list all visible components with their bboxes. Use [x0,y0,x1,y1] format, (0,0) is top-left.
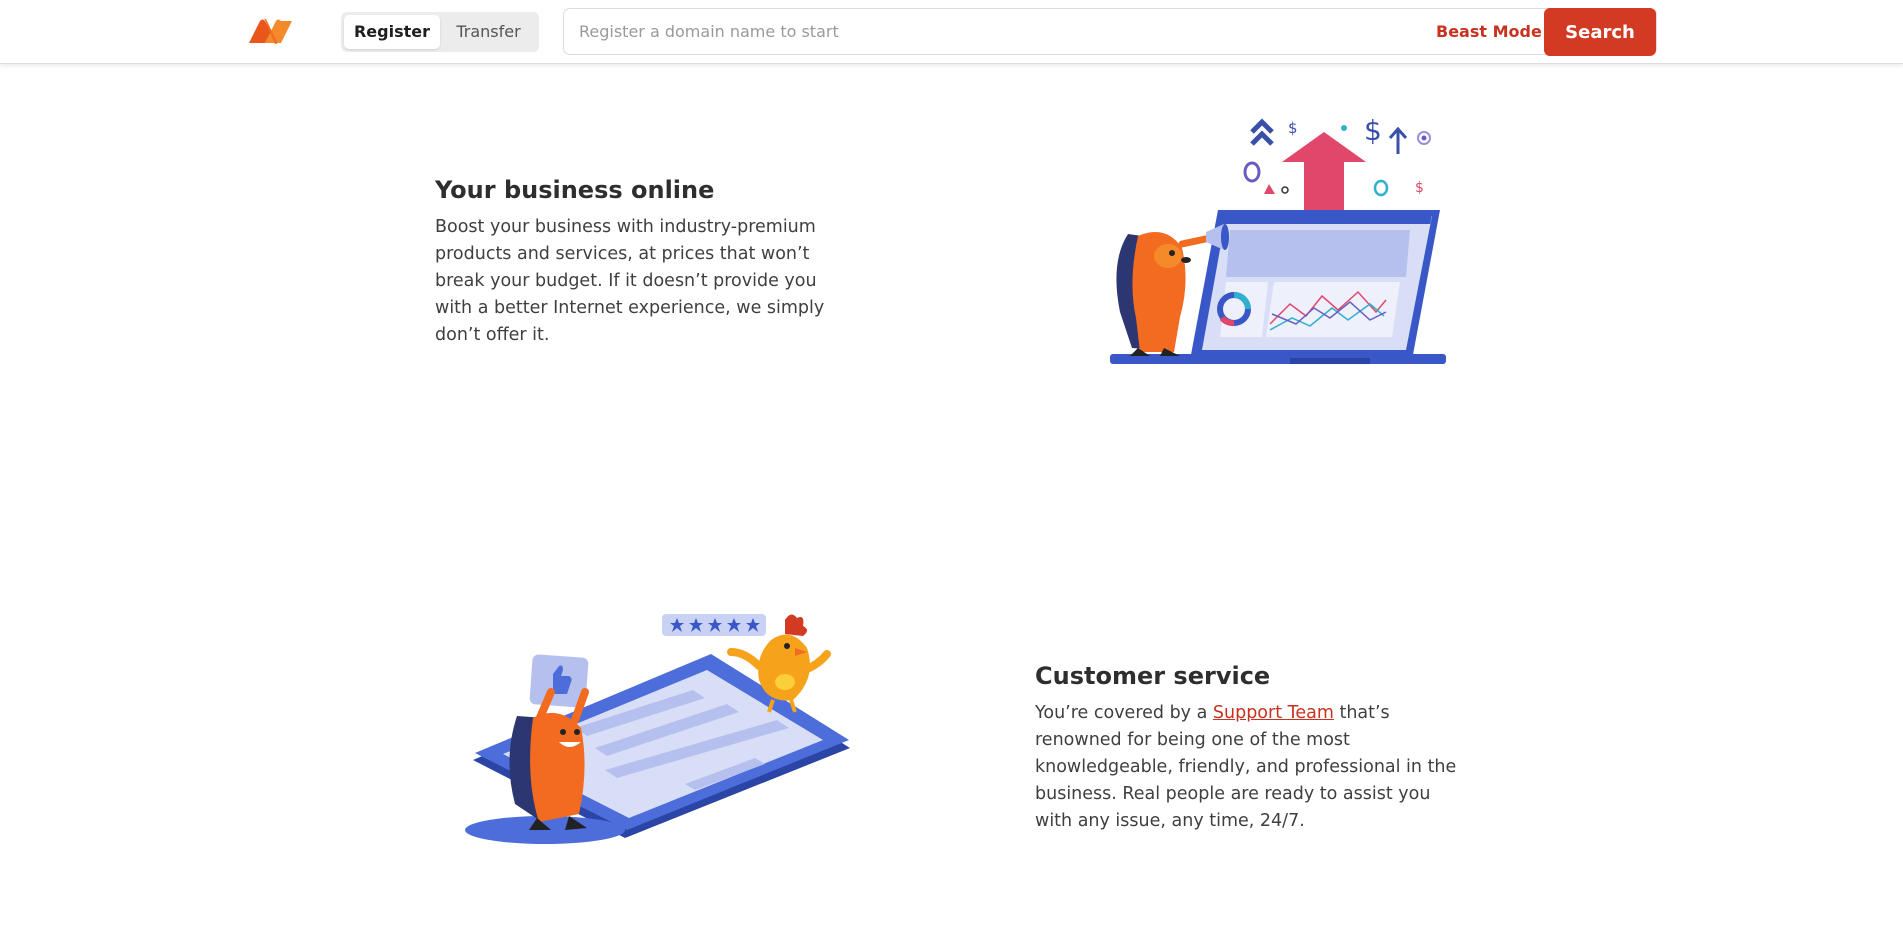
dollar-icon: $ [1364,114,1382,147]
search-mode-tabs: Register Transfer [341,12,539,52]
top-navigation-bar: Register Transfer Beast Mode Search [0,0,1903,64]
feature-body-business-online: Boost your business with industry-premiu… [435,217,825,345]
tab-transfer[interactable]: Transfer [441,15,536,49]
hedgehog-laptop-growth-illustration: $ $ $ [1110,114,1446,364]
five-star-rating [662,614,766,636]
search-button[interactable]: Search [1544,8,1656,56]
namecheap-logo-icon[interactable] [247,18,293,45]
ring-shape [1243,161,1261,183]
feature-body-text: You’re covered by a [1035,703,1213,723]
triangle-shape [1264,184,1275,194]
dot-shape [1421,135,1427,141]
dollar-icon: $ [1415,180,1424,196]
chevron-up-icon [1250,118,1274,146]
dollar-icon: $ [1288,119,1298,137]
feature-title-business-online: Your business online [435,176,715,204]
tab-register[interactable]: Register [344,15,440,49]
dot-shape [1341,125,1347,131]
growth-arrow-icon [1282,132,1366,212]
ring-shape [1281,186,1289,194]
hedgehog-rooster-review-illustration [465,614,850,844]
domain-search-input[interactable] [579,9,1399,54]
feature-title-customer-service: Customer service [1035,662,1271,690]
ring-shape [1373,179,1389,197]
support-team-link[interactable]: Support Team [1213,703,1334,723]
feature-body-customer-service: You’re covered by a Support Team that’s … [1035,700,1465,835]
beast-mode-link[interactable]: Beast Mode [1436,8,1542,55]
arrow-up-icon [1388,126,1408,154]
